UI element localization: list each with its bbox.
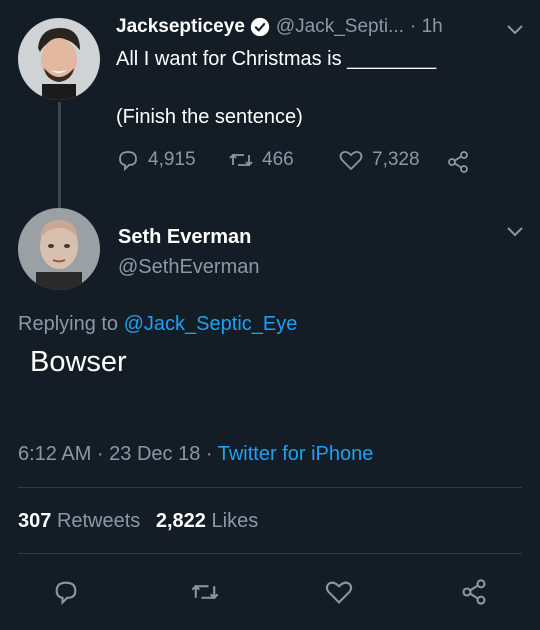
display-name[interactable]: Jacksepticeye	[116, 16, 245, 38]
like-icon	[338, 148, 364, 172]
replying-prefix: Replying to	[18, 313, 119, 335]
engagement-stats: 307 Retweets 2,822 Likes	[18, 510, 258, 533]
retweet-action[interactable]: 466	[228, 148, 294, 172]
like-total: 2,822	[155, 510, 206, 532]
reply-text: Bowser	[30, 346, 127, 378]
reply-button[interactable]	[52, 578, 80, 606]
tweet-text-line2: (Finish the sentence)	[116, 106, 303, 128]
like-count: 7,328	[372, 149, 420, 170]
avatar-seth-everman[interactable]	[18, 208, 100, 290]
retweet-total: 307	[18, 510, 52, 532]
reply-chevron-down-icon[interactable]	[506, 226, 524, 238]
retweet-label: Retweets	[56, 510, 141, 532]
share-button[interactable]	[460, 578, 488, 606]
chevron-down-icon[interactable]	[506, 24, 524, 36]
reply-display-name[interactable]: Seth Everman	[118, 226, 251, 249]
tweet-time: · 1h	[409, 16, 443, 37]
reply-count: 4,915	[148, 149, 196, 170]
verified-badge-icon	[250, 17, 270, 37]
share-icon[interactable]	[446, 150, 470, 174]
reply-icon	[116, 148, 140, 172]
retweet-stat[interactable]: 307 Retweets	[18, 510, 146, 532]
original-tweet-header: Jacksepticeye @Jack_Septi... · 1h	[116, 16, 443, 38]
reply-icon	[52, 578, 80, 606]
like-button[interactable]	[324, 578, 354, 606]
replying-to-line: Replying to @Jack_Septic_Eye	[18, 313, 297, 336]
like-stat[interactable]: 2,822 Likes	[156, 510, 258, 532]
retweet-button[interactable]	[190, 578, 220, 606]
reply-action[interactable]: 4,915	[116, 148, 196, 172]
timestamp: 6:12 AM · 23 Dec 18 ·	[18, 443, 213, 465]
like-action[interactable]: 7,328	[338, 148, 420, 172]
thread-connector-line	[58, 102, 61, 208]
handle[interactable]: @Jack_Septi...	[276, 16, 404, 38]
retweet-count: 466	[262, 149, 294, 170]
retweet-icon	[228, 148, 254, 172]
avatar-jacksepticeye[interactable]	[18, 18, 100, 100]
like-icon	[324, 578, 354, 606]
replying-to-handle[interactable]: @Jack_Septic_Eye	[124, 313, 298, 335]
timestamp-line: 6:12 AM · 23 Dec 18 · Twitter for iPhone	[18, 443, 373, 466]
tweet-text-line1: All I want for Christmas is ________	[116, 48, 437, 70]
like-label: Likes	[211, 510, 259, 532]
tweet-source[interactable]: Twitter for iPhone	[218, 443, 374, 465]
divider-top	[18, 487, 522, 488]
retweet-icon	[190, 578, 220, 606]
share-icon	[460, 578, 488, 606]
divider-bottom	[18, 553, 522, 554]
reply-handle[interactable]: @SethEverman	[118, 256, 259, 279]
